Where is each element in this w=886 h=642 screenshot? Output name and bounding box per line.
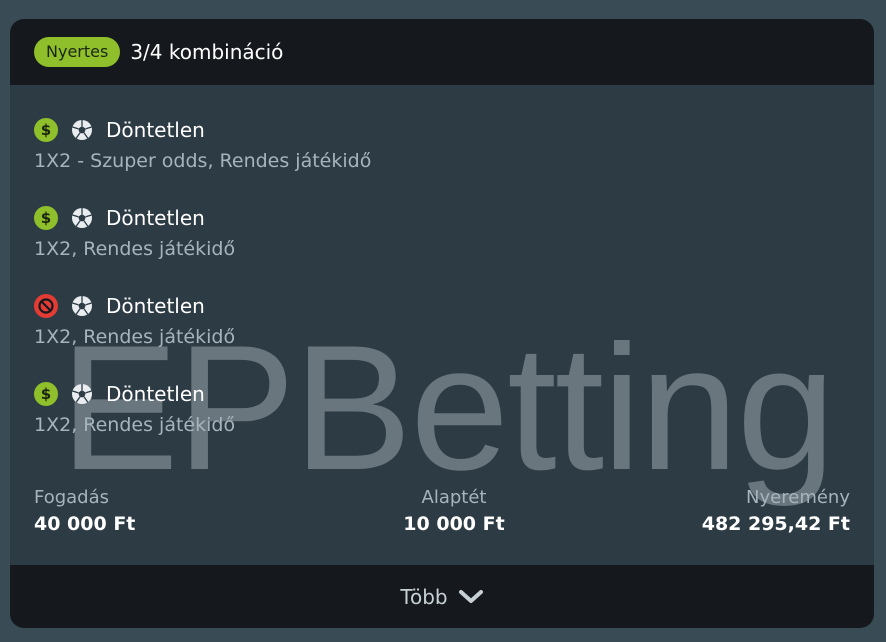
list-item: $ Döntetlen 1X2 - Szuper odds, Rendes já… (34, 115, 854, 203)
bet-header: Nyertes 3/4 kombináció (10, 19, 874, 85)
bet-legs: $ Döntetlen 1X2 - Szuper odds, Rendes já… (34, 115, 854, 467)
list-item: $ Döntetlen 1X2, Rendes játékidő (34, 203, 854, 291)
market-label: 1X2, Rendes játékidő (34, 238, 236, 260)
selection-label: Döntetlen (106, 382, 205, 406)
market-label: 1X2, Rendes játékidő (34, 414, 236, 436)
base-stake-value: 10 000 Ft (403, 513, 505, 535)
base-stake-total: Alaptét 10 000 Ft (394, 485, 514, 537)
stake-value: 40 000 Ft (34, 513, 136, 535)
dollar-icon: $ (34, 382, 58, 406)
market-label: 1X2, Rendes játékidő (34, 326, 236, 348)
market-label: 1X2 - Szuper odds, Rendes játékidő (34, 150, 372, 172)
dollar-icon: $ (34, 118, 58, 142)
list-item: $ Döntetlen 1X2, Rendes játékidő (34, 379, 854, 467)
soccer-ball-icon (72, 296, 92, 316)
dollar-icon: $ (34, 206, 58, 230)
selection-label: Döntetlen (106, 118, 205, 142)
svg-text:$: $ (41, 121, 51, 139)
soccer-ball-icon (72, 384, 92, 404)
winnings-value: 482 295,42 Ft (701, 513, 850, 535)
stake-label: Fogadás (34, 487, 110, 508)
list-item: Döntetlen 1X2, Rendes játékidő (34, 291, 854, 379)
more-label: Több (400, 584, 448, 609)
stake-total: Fogadás 40 000 Ft (34, 485, 135, 537)
more-button[interactable]: Több (10, 565, 874, 628)
base-stake-label: Alaptét (421, 487, 487, 508)
svg-text:$: $ (41, 209, 51, 227)
svg-text:$: $ (41, 385, 51, 403)
winnings-label: Nyeremény (746, 487, 850, 508)
chevron-down-icon (458, 589, 483, 603)
selection-label: Döntetlen (106, 294, 205, 318)
selection-label: Döntetlen (106, 206, 205, 230)
bet-slip-card: Nyertes 3/4 kombináció EPBetting $ Dönte… (10, 19, 874, 628)
winnings-total: Nyeremény 482 295,42 Ft (702, 485, 850, 537)
soccer-ball-icon (72, 120, 92, 140)
status-badge: Nyertes (34, 37, 121, 67)
bet-title: 3/4 kombináció (130, 40, 284, 64)
no-entry-icon (34, 294, 58, 318)
bet-totals: Fogadás 40 000 Ft Alaptét 10 000 Ft Nyer… (34, 485, 850, 545)
soccer-ball-icon (72, 208, 92, 228)
